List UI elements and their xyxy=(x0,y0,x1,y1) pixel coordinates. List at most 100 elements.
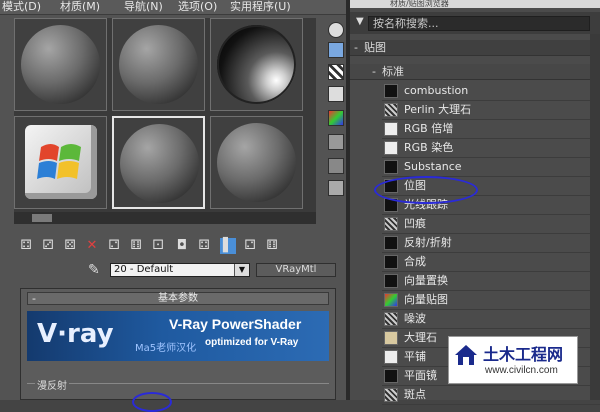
slots-scrollbar[interactable] xyxy=(14,212,316,224)
chevron-down-icon[interactable]: ▼ xyxy=(234,264,249,276)
backlight-icon[interactable] xyxy=(328,42,344,58)
list-item-label: 平面镜 xyxy=(404,369,437,382)
uv-tiling-icon[interactable] xyxy=(328,86,344,102)
browser-scrollbar[interactable] xyxy=(590,34,600,400)
menu-material[interactable]: 材质(M) xyxy=(60,0,100,13)
list-item[interactable]: 向量贴图 xyxy=(382,291,600,310)
get-material-icon[interactable]: ⚃ xyxy=(18,238,34,254)
color-swatch-icon xyxy=(384,293,398,307)
list-item[interactable]: combustion xyxy=(382,82,600,101)
group-divider xyxy=(27,383,329,384)
side-toolbar xyxy=(326,18,346,218)
black-swatch-icon xyxy=(384,369,398,383)
diffuse-group-label: 漫反射 xyxy=(35,377,69,392)
menu-modes[interactable]: 模式(D) xyxy=(2,0,41,13)
list-item[interactable]: Substance xyxy=(382,158,600,177)
sample-slot[interactable] xyxy=(210,116,303,209)
copy-material-icon[interactable]: ⚁ xyxy=(106,238,122,254)
go-to-parent-icon[interactable]: ⚁ xyxy=(242,238,258,254)
scrollbar-thumb[interactable] xyxy=(32,214,52,222)
list-item-label: 平铺 xyxy=(404,350,426,363)
go-forward-to-sibling-icon[interactable]: ⚅ xyxy=(264,238,280,254)
sample-type-sphere-icon[interactable] xyxy=(328,22,344,38)
background-checker-icon[interactable] xyxy=(328,64,344,80)
material-toolbar: ⚃ ⚂ ⚄ ✕ ⚁ ⚅ ⚀ ◘ ⚃ ▌ ⚁ ⚅ xyxy=(14,236,344,256)
list-item[interactable]: 反射/折射 xyxy=(382,234,600,253)
basic-parameters-rollout: - 基本参数 V·ray V-Ray PowerShader Ma5老师汉化 o… xyxy=(20,288,336,400)
vray-banner: V·ray V-Ray PowerShader Ma5老师汉化 optimize… xyxy=(27,311,329,361)
white-swatch-icon xyxy=(384,122,398,136)
sample-sphere xyxy=(217,25,296,104)
banner-tagline: optimized for V-Ray xyxy=(205,337,299,348)
make-unique-icon[interactable]: ⚅ xyxy=(128,238,144,254)
search-input[interactable]: 按名称搜索... xyxy=(368,16,590,31)
put-to-scene-icon[interactable]: ⚂ xyxy=(40,238,56,254)
put-to-library-icon[interactable]: ⚀ xyxy=(150,238,166,254)
list-item[interactable]: RGB 倍增 xyxy=(382,120,600,139)
black-swatch-icon xyxy=(384,84,398,98)
sample-slots xyxy=(14,18,316,212)
group-maps[interactable]: - 贴图 xyxy=(350,40,600,56)
list-item[interactable]: 噪波 xyxy=(382,310,600,329)
options-triangle-icon[interactable]: ▼ xyxy=(356,16,364,27)
list-item-label: 凹痕 xyxy=(404,217,426,230)
rollout-header[interactable]: - 基本参数 xyxy=(27,292,329,305)
pick-material-eyedropper-icon[interactable]: ✎ xyxy=(88,262,102,278)
list-item[interactable]: 向量置换 xyxy=(382,272,600,291)
list-item-label: RGB 倍增 xyxy=(404,122,454,135)
material-id-channel-icon[interactable]: ◘ xyxy=(174,238,190,254)
multimaterial-cube-icon xyxy=(25,125,97,199)
list-item-label: Perlin 大理石 xyxy=(404,103,472,116)
list-item-label: RGB 染色 xyxy=(404,141,454,154)
material-type-button[interactable]: VRayMtl xyxy=(256,263,336,277)
banner-translator: Ma5老师汉化 xyxy=(135,343,197,354)
menu-utilities[interactable]: 实用程序(U) xyxy=(230,0,291,13)
list-item-label: 向量置换 xyxy=(404,274,448,287)
sample-slot-active[interactable] xyxy=(112,116,205,209)
subgroup-standard[interactable]: - 标准 xyxy=(350,64,600,80)
make-preview-icon[interactable] xyxy=(328,134,344,150)
marble-swatch-icon xyxy=(384,103,398,117)
options-icon[interactable] xyxy=(328,158,344,174)
collapse-toggle[interactable]: - xyxy=(354,40,358,55)
group-label: 贴图 xyxy=(364,41,386,54)
annotation-circle xyxy=(132,392,172,412)
list-item-label: 噪波 xyxy=(404,312,426,325)
list-item[interactable]: 合成 xyxy=(382,253,600,272)
watermark-name: 土木工程网 xyxy=(483,345,564,364)
black-swatch-icon xyxy=(384,236,398,250)
collapse-toggle[interactable]: - xyxy=(372,64,376,79)
banner-product-title: V-Ray PowerShader xyxy=(169,316,302,332)
menu-navigation[interactable]: 导航(N) xyxy=(124,0,163,13)
menu-options[interactable]: 选项(O) xyxy=(178,0,217,13)
sample-slot[interactable] xyxy=(14,116,107,209)
select-by-material-icon[interactable] xyxy=(328,180,344,196)
subgroup-label: 标准 xyxy=(382,65,404,78)
show-end-result-icon[interactable]: ▌ xyxy=(220,238,236,254)
material-name-dropdown[interactable]: 20 - Default ▼ xyxy=(110,263,250,277)
list-item[interactable]: 凹痕 xyxy=(382,215,600,234)
list-item-label: combustion xyxy=(404,84,469,97)
dent-swatch-icon xyxy=(384,217,398,231)
show-map-in-viewport-icon[interactable]: ⚃ xyxy=(196,238,212,254)
assign-to-selection-icon[interactable]: ⚄ xyxy=(62,238,78,254)
annotation-circle xyxy=(374,176,478,204)
list-item[interactable]: RGB 染色 xyxy=(382,139,600,158)
watermark-url: www.civilcn.com xyxy=(485,365,558,376)
list-item-label: 向量贴图 xyxy=(404,293,448,306)
list-item-label: Substance xyxy=(404,160,462,173)
noise-swatch-icon xyxy=(384,312,398,326)
black-swatch-icon xyxy=(384,255,398,269)
black-swatch-icon xyxy=(384,274,398,288)
watermark: 土木工程网 www.civilcn.com xyxy=(448,336,578,384)
list-item-label: 合成 xyxy=(404,255,426,268)
sample-slot[interactable] xyxy=(14,18,107,111)
sample-slot[interactable] xyxy=(210,18,303,111)
list-item[interactable]: 斑点 xyxy=(382,386,600,405)
reset-map-icon[interactable]: ✕ xyxy=(84,238,100,254)
sample-slot[interactable] xyxy=(112,18,205,111)
material-name-row: ✎ 20 - Default ▼ VRayMtl xyxy=(0,262,346,280)
video-color-check-icon[interactable] xyxy=(328,110,344,126)
sample-sphere xyxy=(217,123,296,202)
list-item[interactable]: Perlin 大理石 xyxy=(382,101,600,120)
